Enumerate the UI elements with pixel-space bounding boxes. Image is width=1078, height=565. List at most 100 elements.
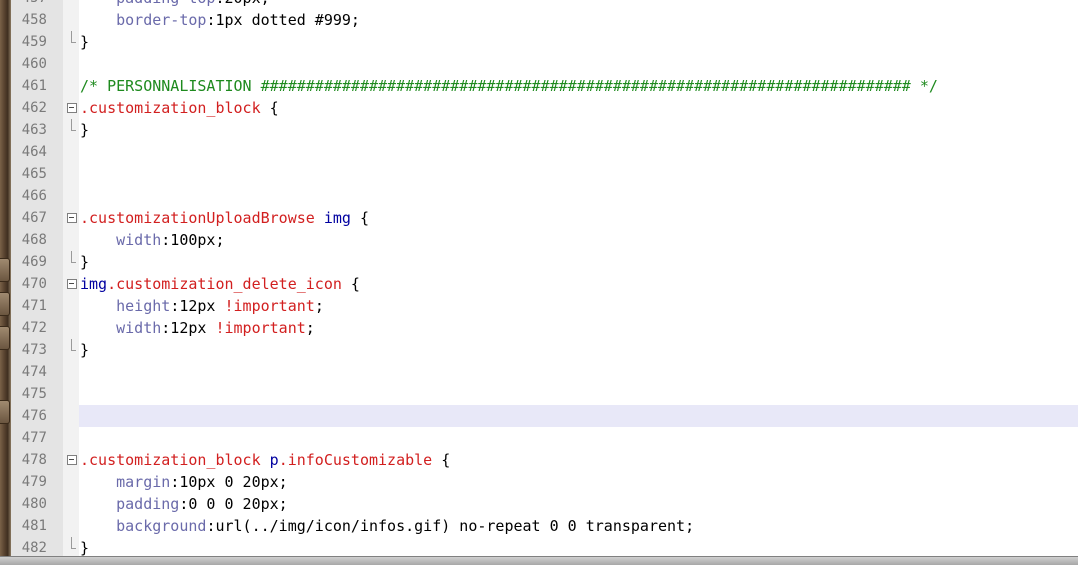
- token-sel: .customization_block: [80, 451, 261, 469]
- line-number: 473: [21, 342, 47, 358]
- token-text: ;: [305, 319, 315, 337]
- code-line[interactable]: 457 padding-top:20px;: [0, 0, 1078, 9]
- line-number: 459: [21, 34, 47, 50]
- line-number: 468: [21, 232, 47, 248]
- code-editor[interactable]: 457 padding-top:20px;458 border-top:1px …: [0, 0, 1078, 559]
- token-cmt: /* PERSONNALISATION ####################…: [80, 77, 938, 95]
- token-prop: border-top: [116, 11, 207, 29]
- code-line[interactable]: 466: [0, 185, 1078, 207]
- token-tag: img: [323, 209, 351, 227]
- token-imp: !important: [224, 297, 315, 315]
- code-text: height:12px !important;: [80, 295, 324, 317]
- line-number: 462: [21, 100, 47, 116]
- line-number: 472: [21, 320, 47, 336]
- code-line[interactable]: 472 width:12px !important;: [0, 317, 1078, 339]
- line-number: 470: [21, 276, 47, 292]
- code-text: }: [80, 31, 89, 53]
- token-prop: height: [116, 297, 171, 315]
- code-line[interactable]: 464: [0, 141, 1078, 163]
- line-number: 475: [21, 386, 47, 402]
- fold-toggle-icon[interactable]: [66, 273, 77, 295]
- fold-end-icon: [66, 31, 77, 53]
- code-text: padding:0 0 0 20px;: [80, 493, 288, 515]
- token-text: }: [80, 253, 90, 271]
- token-text: }: [80, 121, 90, 139]
- code-line[interactable]: 474: [0, 361, 1078, 383]
- token-imp: !important: [215, 319, 306, 337]
- token-sel: .customizationUploadBrowse: [80, 209, 315, 227]
- line-number: 460: [21, 56, 47, 72]
- code-text: .customization_block p.infoCustomizable …: [80, 449, 450, 471]
- code-text: width:100px;: [80, 229, 224, 251]
- token-sel: .customization_block: [80, 99, 261, 117]
- fold-toggle-icon[interactable]: [66, 207, 77, 229]
- code-text: width:12px !important;: [80, 317, 315, 339]
- line-number: 469: [21, 254, 47, 270]
- code-text: .customization_block {: [80, 97, 279, 119]
- horizontal-scrollbar[interactable]: [0, 556, 1078, 565]
- line-number: 467: [21, 210, 47, 226]
- code-text: .customizationUploadBrowse img {: [80, 207, 369, 229]
- line-number: 466: [21, 188, 47, 204]
- token-prop: margin: [116, 473, 171, 491]
- token-text: {: [350, 209, 369, 227]
- code-text: /* PERSONNALISATION ####################…: [80, 75, 938, 97]
- code-line[interactable]: 458 border-top:1px dotted #999;: [0, 9, 1078, 31]
- token-text: :12px: [161, 319, 216, 337]
- code-line[interactable]: 460: [0, 53, 1078, 75]
- code-line[interactable]: 477: [0, 427, 1078, 449]
- code-text: img.customization_delete_icon {: [80, 273, 360, 295]
- code-line[interactable]: 481 background:url(../img/icon/infos.gif…: [0, 515, 1078, 537]
- token-text: :10px 0 20px;: [170, 473, 288, 491]
- fold-toggle-icon[interactable]: [66, 449, 77, 471]
- token-text: ;: [314, 297, 324, 315]
- line-number: 474: [21, 364, 47, 380]
- current-line[interactable]: 476: [0, 405, 1078, 427]
- code-line[interactable]: 465: [0, 163, 1078, 185]
- token-text: }: [80, 33, 90, 51]
- code-text: }: [80, 251, 89, 273]
- code-line[interactable]: 473}: [0, 339, 1078, 361]
- code-line[interactable]: 463}: [0, 119, 1078, 141]
- code-line[interactable]: 478 .customization_block p.infoCustomizab…: [0, 449, 1078, 471]
- code-text: }: [80, 339, 89, 361]
- code-line[interactable]: 480 padding:0 0 0 20px;: [0, 493, 1078, 515]
- current-line-highlight: [79, 405, 1078, 427]
- code-text: border-top:1px dotted #999;: [80, 9, 360, 31]
- line-number: 465: [21, 166, 47, 182]
- code-text: }: [80, 119, 89, 141]
- line-number: 463: [21, 122, 47, 138]
- token-text: :url(../img/icon/infos.gif) no-repeat 0 …: [206, 517, 695, 535]
- code-line[interactable]: 469}: [0, 251, 1078, 273]
- token-tag: img: [80, 275, 108, 293]
- code-line[interactable]: 471 height:12px !important;: [0, 295, 1078, 317]
- line-number: 464: [21, 144, 47, 160]
- code-line[interactable]: 479 margin:10px 0 20px;: [0, 471, 1078, 493]
- fold-end-icon: [66, 339, 77, 361]
- token-tag: p: [269, 451, 279, 469]
- line-number: 479: [21, 474, 47, 490]
- line-number: 480: [21, 496, 47, 512]
- fold-end-icon: [66, 251, 77, 273]
- token-prop: width: [116, 319, 162, 337]
- token-text: {: [341, 275, 360, 293]
- code-text: padding-top:20px;: [80, 0, 270, 9]
- code-line[interactable]: 467 .customizationUploadBrowse img {: [0, 207, 1078, 229]
- fold-end-icon: [66, 119, 77, 141]
- token-text: {: [432, 451, 451, 469]
- code-line[interactable]: 462 .customization_block {: [0, 97, 1078, 119]
- code-line[interactable]: 468 width:100px;: [0, 229, 1078, 251]
- fold-toggle-icon[interactable]: [66, 97, 77, 119]
- code-line[interactable]: 470 img.customization_delete_icon {: [0, 273, 1078, 295]
- code-line[interactable]: 461 /* PERSONNALISATION #################…: [0, 75, 1078, 97]
- code-line[interactable]: 475: [0, 383, 1078, 405]
- code-line[interactable]: 459}: [0, 31, 1078, 53]
- token-text: :12px: [170, 297, 225, 315]
